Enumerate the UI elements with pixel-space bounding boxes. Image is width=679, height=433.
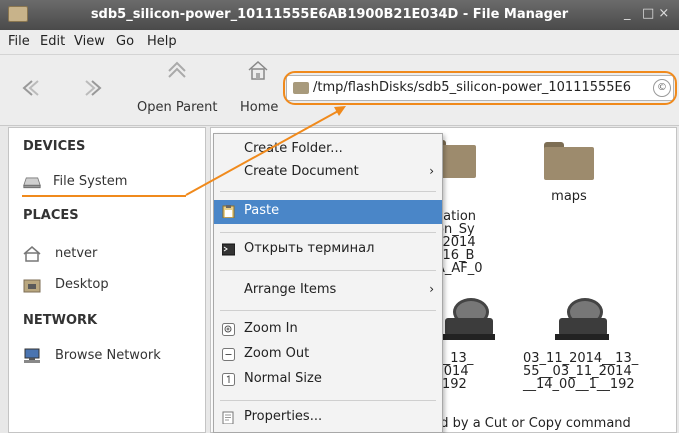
annotation-arrow — [185, 106, 346, 196]
